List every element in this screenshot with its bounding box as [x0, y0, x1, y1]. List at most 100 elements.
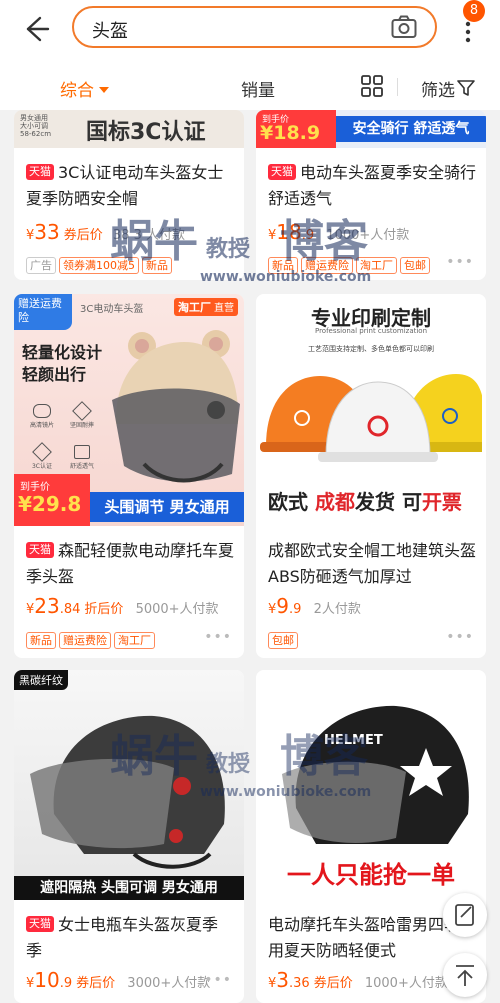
banner-price: ¥18.9	[260, 122, 321, 144]
shipping-insurance-tag: 赠运费险	[59, 632, 111, 649]
feature-icon: 舒适透气	[62, 445, 102, 470]
edit-icon	[455, 904, 474, 926]
helmet-text: HELMET	[324, 733, 383, 748]
image-caption: 3C电动车头盔	[80, 304, 144, 315]
notification-badge: 8	[463, 0, 485, 22]
price-row: ¥33 券后价 38 3 人付款	[26, 220, 185, 244]
price-label: 折后价	[84, 602, 124, 617]
product-card-5[interactable]: 黑碳纤纹 遮阳隔热 头围可调 男女通用 天猫 女士电瓶车头盔灰夏季季 ¥10.9 券…	[14, 670, 244, 1003]
price-row: ¥10.9 券后价 3000+人付款	[26, 968, 210, 992]
feature-icon-label: 3C认证	[31, 463, 52, 470]
sales-count: 3000+人付款	[127, 976, 211, 991]
filter-tab[interactable]: 筛选	[421, 76, 455, 101]
caption-line: 58-62cm	[20, 130, 52, 138]
back-arrow-icon[interactable]	[18, 12, 52, 46]
product-card-1[interactable]: 男女通用 大小可调 58-62cm 国标3C认证 天猫 3C认证电动车头盔女士夏季…	[14, 110, 244, 280]
corner-badge: 赠送运费险	[14, 294, 72, 330]
coupon-tag: 领券满100减5	[59, 257, 139, 274]
shield-icon	[72, 401, 92, 421]
sort-sales-tab[interactable]: 销量	[241, 76, 275, 101]
price-value: 3	[276, 968, 290, 992]
image-banner-text: 国标3C认证	[86, 120, 206, 145]
price-label: 券后价	[63, 228, 103, 243]
top-bar: 头盔 8	[0, 0, 500, 58]
image-subheading: Professional print customization	[314, 327, 428, 335]
sort-default-label: 综合	[60, 81, 94, 101]
more-dots-icon[interactable]: •••	[446, 629, 474, 645]
ventilation-icon	[74, 445, 90, 459]
factory-badge-direct: 直营	[214, 303, 234, 314]
hand-price-value: 29.8	[31, 492, 82, 516]
blue-banner: 安全骑行 舒适透气	[336, 116, 486, 142]
search-input[interactable]: 头盔	[72, 6, 437, 48]
grid-view-icon[interactable]	[361, 75, 383, 97]
price-decimal: .36	[289, 976, 310, 991]
price-row: ¥23.84 折后价 5000+人付款	[26, 594, 219, 618]
certificate-icon	[32, 442, 52, 462]
banner-part: 发货	[354, 490, 395, 514]
title-overflow-text: 季	[26, 941, 43, 960]
factory-tag: 淘工厂	[356, 257, 397, 274]
price-decimal: .84	[59, 602, 81, 617]
price-decimal: .9	[59, 976, 73, 991]
feedback-button[interactable]	[443, 893, 487, 937]
price-label: 券后价	[313, 976, 353, 991]
feature-icon: 高清镜片	[22, 404, 62, 429]
sort-default-tab[interactable]: 综合	[60, 76, 109, 101]
product-card-2[interactable]: 到手价 ¥18.9 安全骑行 舒适透气 天猫 电动车头盔夏季安全骑行舒适透气 ¥1…	[256, 110, 486, 280]
image-banner: 欧式 成都发货 可开票	[268, 486, 462, 515]
product-title-text: 3C认证电动车头盔女士夏季防晒安全帽	[26, 163, 224, 208]
product-title-text: 女士电瓶车头盔灰夏季	[58, 915, 219, 934]
camera-icon[interactable]	[391, 15, 417, 39]
tmall-badge: 天猫	[26, 542, 54, 558]
tag-list: 新品 赠运费险 淘工厂	[26, 629, 158, 649]
product-card-3[interactable]: 赠送运费险 3C电动车头盔 淘工厂 直营 轻量化设计轻颜出行 高清镜片 坚固耐摔 …	[14, 294, 244, 658]
hand-price-box: 到手价 ¥29.8起	[14, 474, 90, 526]
price-value: 23	[34, 594, 60, 618]
helmet-illustration	[30, 715, 225, 869]
black-banner: 遮阳隔热 头围可调 男女通用	[14, 876, 244, 900]
tmall-badge: 天猫	[268, 164, 296, 180]
new-tag: 新品	[268, 257, 298, 274]
product-image: HELMET 一人只能抢一单	[256, 670, 486, 900]
shipping-insurance-tag: 赠运费险	[301, 257, 353, 274]
product-title: 天猫 3C认证电动车头盔女士夏季防晒安全帽	[26, 160, 234, 212]
tag-list: 新品 赠运费险 淘工厂 包邮	[268, 254, 433, 274]
search-query-text: 头盔	[92, 21, 128, 42]
sales-count: 2人付款	[313, 602, 361, 617]
image-note: 工艺范围支持定制、多色单色都可以印刷	[308, 345, 434, 353]
banner-price-value: 18.9	[273, 122, 321, 144]
helmet-illustration	[112, 330, 240, 483]
price-row: ¥18.9 1000+人付款	[268, 220, 409, 244]
product-title: 天猫 女士电瓶车头盔灰夏季季	[26, 912, 234, 964]
arrow-up-icon	[456, 965, 474, 986]
product-image: 赠送运费险 3C电动车头盔 淘工厂 直营 轻量化设计轻颜出行 高清镜片 坚固耐摔 …	[14, 294, 244, 526]
more-dots-icon[interactable]: •••	[446, 254, 474, 270]
banner-part: 可	[401, 490, 422, 514]
product-card-4[interactable]: 专业印刷定制 Professional print customization …	[256, 294, 486, 658]
sales-count: 1000+人付款	[364, 976, 448, 991]
free-shipping-tag: 包邮	[268, 632, 298, 649]
sales-count: 5000+人付款	[135, 602, 219, 617]
product-title-text: 森配轻便款电动摩托车夏季头盔	[26, 541, 235, 586]
feature-icons: 高清镜片 坚固耐摔 3C认证 舒适透气	[22, 401, 102, 470]
back-to-top-button[interactable]	[443, 953, 487, 997]
banner-part-highlight: 开票	[421, 490, 462, 514]
product-title: 天猫 森配轻便款电动摩托车夏季头盔	[26, 538, 234, 590]
more-dots-icon[interactable]: •••	[204, 629, 232, 645]
price-decimal: .9	[289, 602, 302, 617]
product-title: 成都欧式安全帽工地建筑头盔ABS防砸透气加厚过	[268, 541, 477, 586]
price-row: ¥3.36 券后价 1000+人付款	[268, 968, 448, 992]
filter-icon[interactable]	[457, 79, 475, 97]
price-decimal-digits: 9	[305, 228, 315, 243]
tag-list: 广告 领券满100减5 新品	[26, 254, 175, 274]
hand-price: ¥29.8起	[18, 492, 82, 516]
more-dots-icon[interactable]: •••	[204, 972, 232, 988]
product-title: 天猫 电动车头盔夏季安全骑行舒适透气	[268, 160, 476, 212]
sales-count: 1000+人付款	[326, 228, 410, 243]
price-decimal: .9	[301, 228, 315, 243]
helmet-illustration: HELMET	[282, 705, 469, 844]
feature-icon-label: 舒适透气	[69, 463, 94, 470]
feature-icon: 3C认证	[22, 442, 62, 470]
price-label: 券后价	[76, 976, 116, 991]
